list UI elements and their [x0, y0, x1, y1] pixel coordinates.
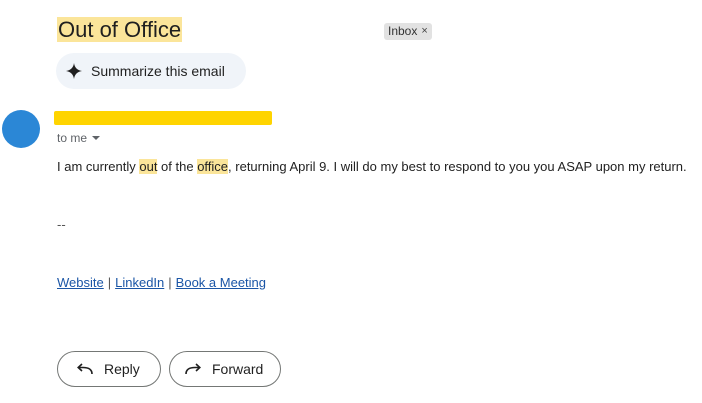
- reply-icon: [77, 363, 93, 375]
- reply-button[interactable]: Reply: [57, 351, 161, 387]
- chevron-down-icon[interactable]: [92, 136, 101, 140]
- website-link[interactable]: Website: [57, 275, 104, 290]
- linkedin-link[interactable]: LinkedIn: [115, 275, 164, 290]
- book-meeting-link[interactable]: Book a Meeting: [176, 275, 266, 290]
- forward-icon: [185, 363, 201, 375]
- recipient-text: to me: [57, 131, 88, 145]
- body-highlight-out: out: [139, 159, 158, 174]
- summarize-email-button[interactable]: Summarize this email: [56, 53, 246, 89]
- subject-text: Out of Office: [57, 17, 183, 42]
- close-icon[interactable]: ×: [421, 23, 427, 40]
- summarize-label: Summarize this email: [91, 63, 225, 79]
- signature-separator: --: [57, 217, 66, 232]
- forward-label: Forward: [212, 361, 264, 377]
- email-body: I am currently out of the office, return…: [57, 158, 687, 176]
- reply-label: Reply: [104, 361, 140, 377]
- body-text-1: I am currently: [57, 159, 140, 174]
- email-subject: Out of Office: [57, 15, 183, 45]
- recipient-details[interactable]: to me: [57, 131, 101, 145]
- label-chip-text: Inbox: [388, 24, 418, 38]
- avatar[interactable]: [2, 110, 40, 148]
- body-text-3: , returning April 9. I will do my best t…: [228, 159, 687, 174]
- inbox-label-chip[interactable]: Inbox ×: [384, 23, 432, 40]
- link-separator: |: [168, 275, 172, 290]
- sparkle-icon: [66, 63, 82, 79]
- forward-button[interactable]: Forward: [169, 351, 281, 387]
- signature-links: Website | LinkedIn | Book a Meeting: [57, 275, 266, 290]
- body-highlight-office: office: [197, 159, 229, 174]
- sender-name-redacted: [54, 111, 272, 125]
- link-separator: |: [107, 275, 112, 290]
- body-text-2: of the: [157, 159, 198, 174]
